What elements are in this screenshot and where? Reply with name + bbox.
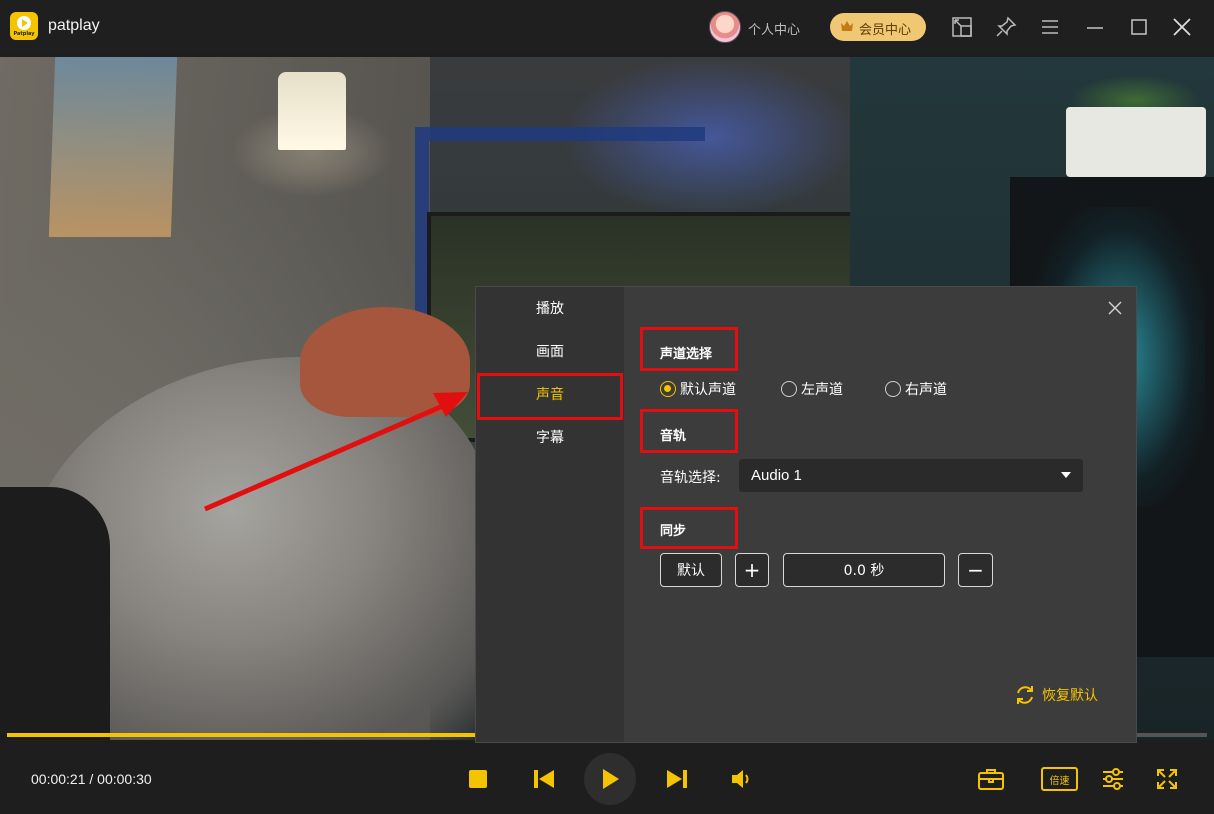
track-select-label: 音轨选择: bbox=[660, 470, 721, 486]
skip-next-icon bbox=[667, 770, 687, 788]
highlight-box-sync bbox=[640, 507, 738, 549]
stop-icon bbox=[469, 770, 487, 788]
radio-unchecked-icon bbox=[781, 381, 797, 397]
control-bar: 00:00:21 / 00:00:30 倍速 bbox=[0, 740, 1214, 814]
refresh-icon bbox=[1017, 686, 1033, 704]
radio-default-channel[interactable]: 默认声道 bbox=[660, 379, 736, 399]
nav-item-playback[interactable]: 播放 bbox=[476, 288, 624, 331]
crown-icon bbox=[841, 21, 853, 31]
radio-right-channel[interactable]: 右声道 bbox=[885, 379, 947, 399]
maximize-icon[interactable] bbox=[1127, 15, 1151, 39]
app-logo: Patplay bbox=[10, 12, 38, 40]
vip-center-button[interactable]: 会员中心 bbox=[830, 13, 926, 41]
dialog-close-icon[interactable] bbox=[1106, 299, 1124, 317]
radio-label: 右声道 bbox=[905, 382, 947, 398]
sync-decrease-button[interactable]: − bbox=[958, 553, 993, 587]
minimize-icon[interactable] bbox=[1083, 15, 1107, 39]
picture-in-picture-icon[interactable] bbox=[950, 15, 974, 39]
nav-item-picture[interactable]: 画面 bbox=[476, 331, 624, 374]
avatar[interactable] bbox=[709, 11, 741, 43]
highlight-box-track bbox=[640, 409, 738, 453]
stop-button[interactable] bbox=[466, 767, 490, 791]
restore-defaults-button[interactable]: 恢复默认 bbox=[1014, 684, 1098, 706]
highlight-box-audio-nav bbox=[477, 373, 623, 420]
audio-track-value: Audio 1 bbox=[751, 467, 802, 484]
volume-icon bbox=[732, 770, 749, 788]
next-button[interactable] bbox=[664, 767, 690, 791]
menu-icon[interactable] bbox=[1038, 15, 1062, 39]
fullscreen-button[interactable] bbox=[1154, 766, 1180, 792]
annotation-arrow bbox=[204, 392, 468, 512]
title-bar: Patplay patplay 个人中心 会员中心 bbox=[0, 0, 1214, 54]
radio-left-channel[interactable]: 左声道 bbox=[781, 379, 843, 399]
vip-center-label: 会员中心 bbox=[859, 23, 912, 38]
radio-unchecked-icon bbox=[885, 381, 901, 397]
radio-checked-icon bbox=[660, 381, 676, 397]
highlight-box-channel bbox=[640, 327, 738, 371]
previous-button[interactable] bbox=[531, 767, 557, 791]
fullscreen-icon bbox=[1157, 769, 1177, 789]
audio-track-select[interactable]: Audio 1 bbox=[739, 459, 1083, 492]
sliders-icon bbox=[1103, 768, 1123, 790]
toolbox-button[interactable] bbox=[976, 766, 1006, 792]
time-display: 00:00:21 / 00:00:30 bbox=[31, 771, 152, 787]
settings-dialog: 播放 画面 声音 字幕 声道选择 默认声道 左声道 右声道 音轨 音轨选择: A… bbox=[475, 286, 1137, 743]
chevron-down-icon bbox=[1061, 472, 1071, 478]
logo-text: Patplay bbox=[13, 31, 35, 37]
play-icon bbox=[603, 769, 619, 789]
close-icon[interactable] bbox=[1170, 15, 1194, 39]
speed-button[interactable]: 倍速 bbox=[1041, 767, 1078, 791]
app-name: patplay bbox=[48, 17, 100, 34]
volume-button[interactable] bbox=[729, 766, 755, 792]
radio-label: 默认声道 bbox=[680, 382, 736, 398]
play-logo-icon bbox=[17, 16, 31, 30]
settings-nav: 播放 画面 声音 字幕 bbox=[476, 287, 624, 742]
sync-offset-field[interactable]: 0.0 秒 bbox=[783, 553, 945, 587]
sync-default-button[interactable]: 默认 bbox=[660, 553, 722, 587]
profile-center-link[interactable]: 个人中心 bbox=[748, 19, 800, 38]
nav-item-subtitles[interactable]: 字幕 bbox=[476, 417, 624, 460]
radio-label: 左声道 bbox=[801, 382, 843, 398]
restore-defaults-label: 恢复默认 bbox=[1042, 688, 1098, 704]
pin-icon[interactable] bbox=[994, 15, 1018, 39]
sync-increase-button[interactable]: + bbox=[735, 553, 769, 587]
settings-button[interactable] bbox=[1100, 766, 1126, 792]
play-button[interactable] bbox=[584, 753, 636, 805]
planter bbox=[1066, 107, 1206, 177]
skip-previous-icon bbox=[534, 770, 554, 788]
toolbox-icon bbox=[978, 769, 1004, 790]
